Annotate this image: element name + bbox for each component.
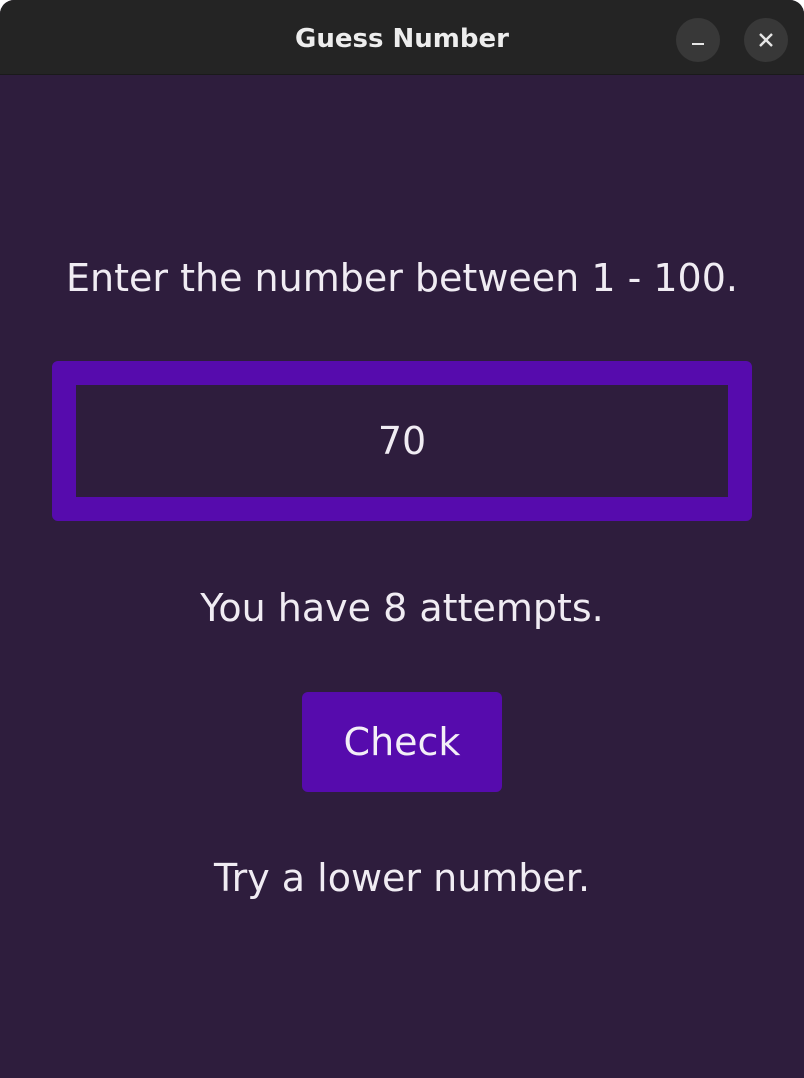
check-button[interactable]: Check	[302, 692, 502, 792]
title-bar[interactable]: Guess Number	[0, 0, 804, 75]
minimize-button[interactable]	[676, 18, 720, 62]
feedback-label: Try a lower number.	[213, 856, 591, 900]
guess-input[interactable]: 70	[52, 361, 752, 521]
instruction-label: Enter the number between 1 - 100.	[66, 256, 738, 300]
app-window: Guess Number Enter the number between 1 …	[0, 0, 804, 1078]
close-button[interactable]	[744, 18, 788, 62]
minimize-icon	[692, 43, 704, 45]
close-icon	[759, 33, 773, 47]
attempts-label: You have 8 attempts.	[200, 586, 604, 630]
